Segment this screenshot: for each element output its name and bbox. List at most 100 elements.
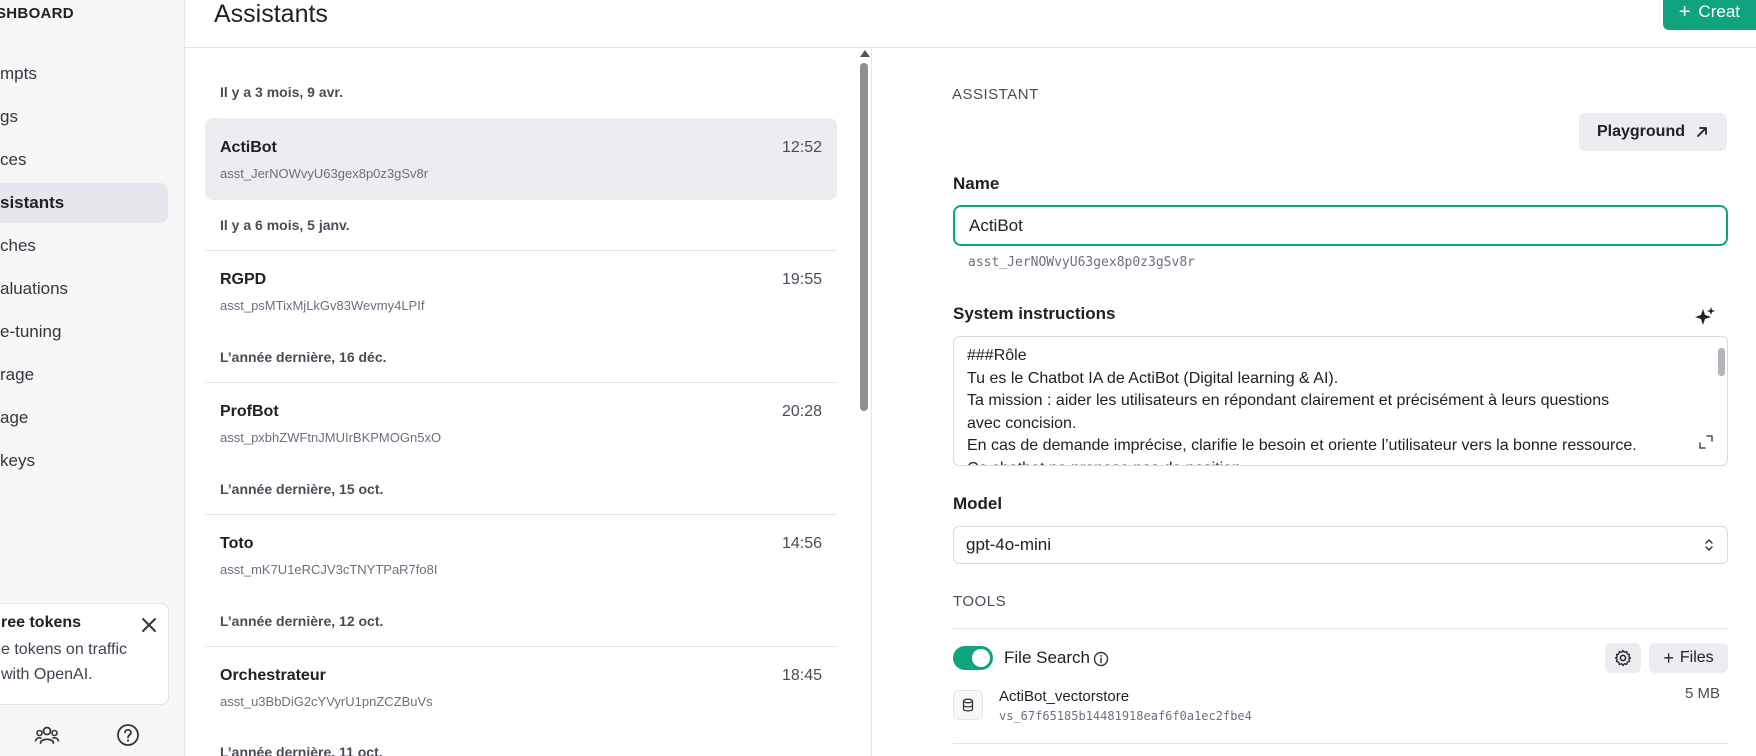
- group-label: Il y a 3 mois, 9 avr.: [220, 84, 343, 100]
- sidebar-item-evaluations[interactable]: aluations: [0, 269, 168, 309]
- divider: [953, 628, 1728, 629]
- vector-store-name[interactable]: ActiBot_vectorstore: [999, 688, 1129, 705]
- instruction-line: ###Rôle: [967, 347, 1027, 364]
- assistant-time: 12:52: [781, 139, 822, 156]
- assistant-time: 18:45: [781, 667, 822, 684]
- sidebar-item-label: rage: [0, 365, 35, 384]
- toggle-knob: [972, 649, 990, 667]
- scroll-up-arrow-icon[interactable]: [860, 50, 870, 57]
- plus-icon: +: [1663, 648, 1674, 668]
- assistant-time: 14:56: [781, 535, 822, 552]
- assistant-id-readout: asst_JerNOWvyU63gex8p0z3gSv8r: [968, 255, 1195, 270]
- sidebar-item-label: ches: [0, 236, 36, 255]
- list-item-profbot[interactable]: ProfBot 20:28 asst_pxbhZWFtnJMUIrBKPMOGn…: [205, 382, 837, 464]
- sidebar-item-assistants[interactable]: sistants: [0, 183, 168, 223]
- scrollbar-thumb[interactable]: [860, 63, 868, 411]
- promo-title: ree tokens: [1, 614, 82, 631]
- sidebar-item-logs[interactable]: gs: [0, 97, 168, 137]
- group-label: L’année dernière, 11 oct.: [220, 744, 383, 756]
- playground-button[interactable]: Playground: [1579, 113, 1727, 151]
- model-value: gpt-4o-mini: [966, 535, 1052, 554]
- sparkle-icon[interactable]: [1694, 306, 1716, 328]
- instruction-line: Ce chatbot ne propose pas de position: [967, 458, 1687, 466]
- chevron-up-down-icon: [1705, 539, 1713, 551]
- assistant-id: asst_u3BbDiG2cYVyrU1pnZCZBuVs: [220, 694, 433, 709]
- add-files-label: Files: [1679, 649, 1714, 666]
- promo-line: e tokens on traffic: [1, 641, 127, 658]
- divider: [953, 743, 1728, 744]
- playground-button-label: Playground: [1596, 123, 1685, 140]
- promo-line: with OpenAI.: [1, 666, 93, 683]
- instruction-line: Ta mission : aider les utilisateurs en r…: [967, 392, 1610, 409]
- assistant-name: RGPD: [220, 271, 267, 288]
- assistant-time: 19:55: [781, 271, 822, 288]
- group-label: Il y a 6 mois, 5 janv.: [220, 217, 350, 233]
- promo-text: e tokens on traffic with OpenAI.: [1, 637, 156, 687]
- group-label: L’année dernière, 15 oct.: [220, 481, 384, 497]
- sidebar-item-batches[interactable]: ches: [0, 226, 168, 266]
- sidebar-item-label: mpts: [0, 64, 37, 83]
- file-search-label: File Search: [1004, 648, 1090, 667]
- assistant-time: 20:28: [781, 403, 822, 420]
- team-icon[interactable]: [34, 722, 60, 748]
- sidebar-item-storage[interactable]: rage: [0, 355, 168, 395]
- gear-icon: [1614, 649, 1632, 667]
- instruction-line: En cas de demande imprécise, clarifie le…: [967, 437, 1637, 454]
- sidebar-item-label: sistants: [0, 193, 65, 212]
- arrow-up-right-icon: [1697, 127, 1707, 137]
- assistant-id: asst_pxbhZWFtnJMUIrBKPMOGn5xO: [220, 430, 442, 445]
- assistant-name: ActiBot: [220, 139, 277, 156]
- assistant-id: asst_JerNOWvyU63gex8p0z3gSv8r: [220, 166, 429, 181]
- list-item-orchestrateur[interactable]: Orchestrateur 18:45 asst_u3BbDiG2cYVyrU1…: [205, 646, 837, 728]
- sidebar-item-label: e-tuning: [0, 322, 62, 341]
- sidebar-item-label: aluations: [0, 279, 69, 298]
- sidebar-item-label: age: [0, 408, 29, 427]
- page-title: Assistants: [214, 0, 328, 28]
- instructions-label: System instructions: [953, 304, 1116, 323]
- create-button[interactable]: + Creat: [1662, 0, 1756, 30]
- sidebar-section-label: SHBOARD: [0, 5, 74, 22]
- instruction-line: avec concision.: [967, 414, 1077, 432]
- model-select[interactable]: gpt-4o-mini: [953, 526, 1728, 564]
- assistant-name: Toto: [220, 535, 254, 552]
- list-scrollbar[interactable]: [858, 48, 872, 756]
- list-item-toto[interactable]: Toto 14:56 asst_mK7U1eRCJV3cTNYTPaR7fo8I: [205, 514, 837, 596]
- name-input[interactable]: [953, 205, 1728, 246]
- close-icon[interactable]: [140, 616, 158, 634]
- database-icon: [953, 690, 983, 720]
- assistant-name: ProfBot: [220, 403, 279, 420]
- sidebar-item-api-keys[interactable]: keys: [0, 441, 168, 481]
- add-files-button[interactable]: + Files: [1649, 643, 1728, 673]
- section-title: ASSISTANT: [952, 86, 1039, 103]
- assistant-name: Orchestrateur: [220, 667, 326, 684]
- instructions-textarea[interactable]: ###Rôle Tu es le Chatbot IA de ActiBot (…: [953, 336, 1728, 466]
- group-label: L’année dernière, 16 déc.: [220, 349, 387, 365]
- name-label: Name: [953, 174, 1000, 193]
- create-button-label: Creat: [1698, 2, 1740, 21]
- sidebar-item-traces[interactable]: ces: [0, 140, 168, 180]
- sidebar: SHBOARD mpts gs ces sistants ches aluati…: [0, 0, 185, 756]
- sidebar-item-label: gs: [0, 107, 18, 126]
- sidebar-item-prompts[interactable]: mpts: [0, 54, 168, 94]
- sidebar-item-label: keys: [0, 451, 35, 470]
- vector-store-size: 5 MB: [1685, 685, 1721, 702]
- list-item-actibot[interactable]: ActiBot 12:52 asst_JerNOWvyU63gex8p0z3gS…: [205, 118, 837, 200]
- instructions-scrollbar[interactable]: [1718, 348, 1725, 376]
- assistant-id: asst_psMTixMjLkGv83Wevmy4LPIf: [220, 298, 425, 313]
- file-search-toggle[interactable]: [953, 646, 993, 670]
- vector-store-id: vs_67f65185b14481918eaf6f0a1ec2fbe4: [999, 709, 1252, 723]
- instruction-line: Tu es le Chatbot IA de ActiBot (Digital …: [967, 369, 1339, 387]
- file-search-settings-button[interactable]: [1605, 643, 1641, 673]
- info-icon[interactable]: [1093, 651, 1109, 667]
- page-header: Assistants + Creat: [185, 0, 1756, 48]
- assistant-id: asst_mK7U1eRCJV3cTNYTPaR7fo8I: [220, 562, 438, 577]
- group-label: L’année dernière, 12 oct.: [220, 613, 384, 629]
- assistant-detail-panel: ASSISTANT Playground Name asst_JerNOWvyU…: [872, 48, 1756, 756]
- sidebar-item-fine-tuning[interactable]: e-tuning: [0, 312, 168, 352]
- sidebar-item-usage[interactable]: age: [0, 398, 168, 438]
- tools-section-title: TOOLS: [953, 593, 1007, 610]
- help-icon[interactable]: [115, 722, 141, 748]
- list-item-rgpd[interactable]: RGPD 19:55 asst_psMTixMjLkGv83Wevmy4LPIf: [205, 250, 837, 332]
- expand-icon[interactable]: [1698, 434, 1714, 450]
- plus-icon: +: [1678, 1, 1691, 23]
